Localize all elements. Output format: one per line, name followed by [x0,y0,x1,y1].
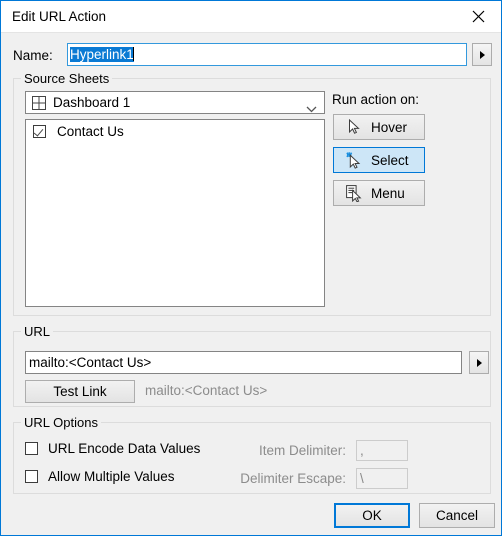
source-sheets-listbox[interactable]: Contact Us [25,119,325,307]
url-preview-text: mailto:<Contact Us> [145,383,268,398]
name-input[interactable]: Hyperlink1 [67,43,467,66]
cursor-menu-list-icon [343,184,365,202]
run-action-menu-button[interactable]: Menu [333,180,425,206]
dashboard-grid-icon [32,96,46,115]
source-sheet-dropdown-value: Dashboard 1 [53,95,131,110]
item-delimiter-input[interactable]: , [356,440,408,461]
url-options-group-title: URL Options [21,415,101,430]
source-sheet-dropdown[interactable]: Dashboard 1 [25,91,325,114]
url-encode-data-values-checkbox[interactable] [25,442,38,455]
close-icon[interactable] [455,1,501,31]
url-input[interactable]: mailto:<Contact Us> [25,351,462,374]
delimiter-escape-input[interactable]: \ [356,468,408,489]
text-caret [132,47,134,61]
url-insert-field-button[interactable] [469,351,489,374]
run-action-select-label: Select [371,152,409,168]
item-delimiter-label: Item Delimiter: [258,443,346,458]
chevron-down-icon [306,100,317,118]
run-action-hover-label: Hover [371,119,408,135]
dialog-title: Edit URL Action [12,9,107,24]
delimiter-escape-label: Delimiter Escape: [240,471,346,486]
name-label: Name: [13,48,53,63]
run-action-label: Run action on: [332,92,420,107]
run-action-menu-label: Menu [371,185,405,201]
run-action-hover-button[interactable]: Hover [333,114,425,140]
allow-multiple-values-label: Allow Multiple Values [48,469,175,484]
triangle-right-icon [476,358,482,367]
allow-multiple-values-row[interactable]: Allow Multiple Values [25,469,175,484]
url-encode-data-values-row[interactable]: URL Encode Data Values [25,441,200,456]
url-encode-data-values-label: URL Encode Data Values [48,441,201,456]
cursor-select-sparkle-icon [343,151,365,169]
sheet-checkbox[interactable] [33,124,46,138]
list-item[interactable]: Contact Us [26,120,324,142]
test-link-button[interactable]: Test Link [25,380,135,403]
source-sheets-group-title: Source Sheets [21,71,113,86]
run-action-select-button[interactable]: Select [333,147,425,173]
cursor-arrow-icon [343,119,365,135]
url-group-title: URL [21,324,54,339]
allow-multiple-values-checkbox[interactable] [25,470,38,483]
name-input-value: Hyperlink1 [70,47,134,62]
name-insert-field-button[interactable] [472,43,492,66]
cancel-button[interactable]: Cancel [419,503,495,528]
ok-button[interactable]: OK [334,503,410,528]
edit-url-action-dialog: Edit URL Action Name: Hyperlink1 Source … [0,0,502,536]
sheet-label: Contact Us [57,123,124,139]
title-bar: Edit URL Action [1,1,501,32]
title-separator [1,32,501,33]
triangle-right-icon [479,50,485,59]
